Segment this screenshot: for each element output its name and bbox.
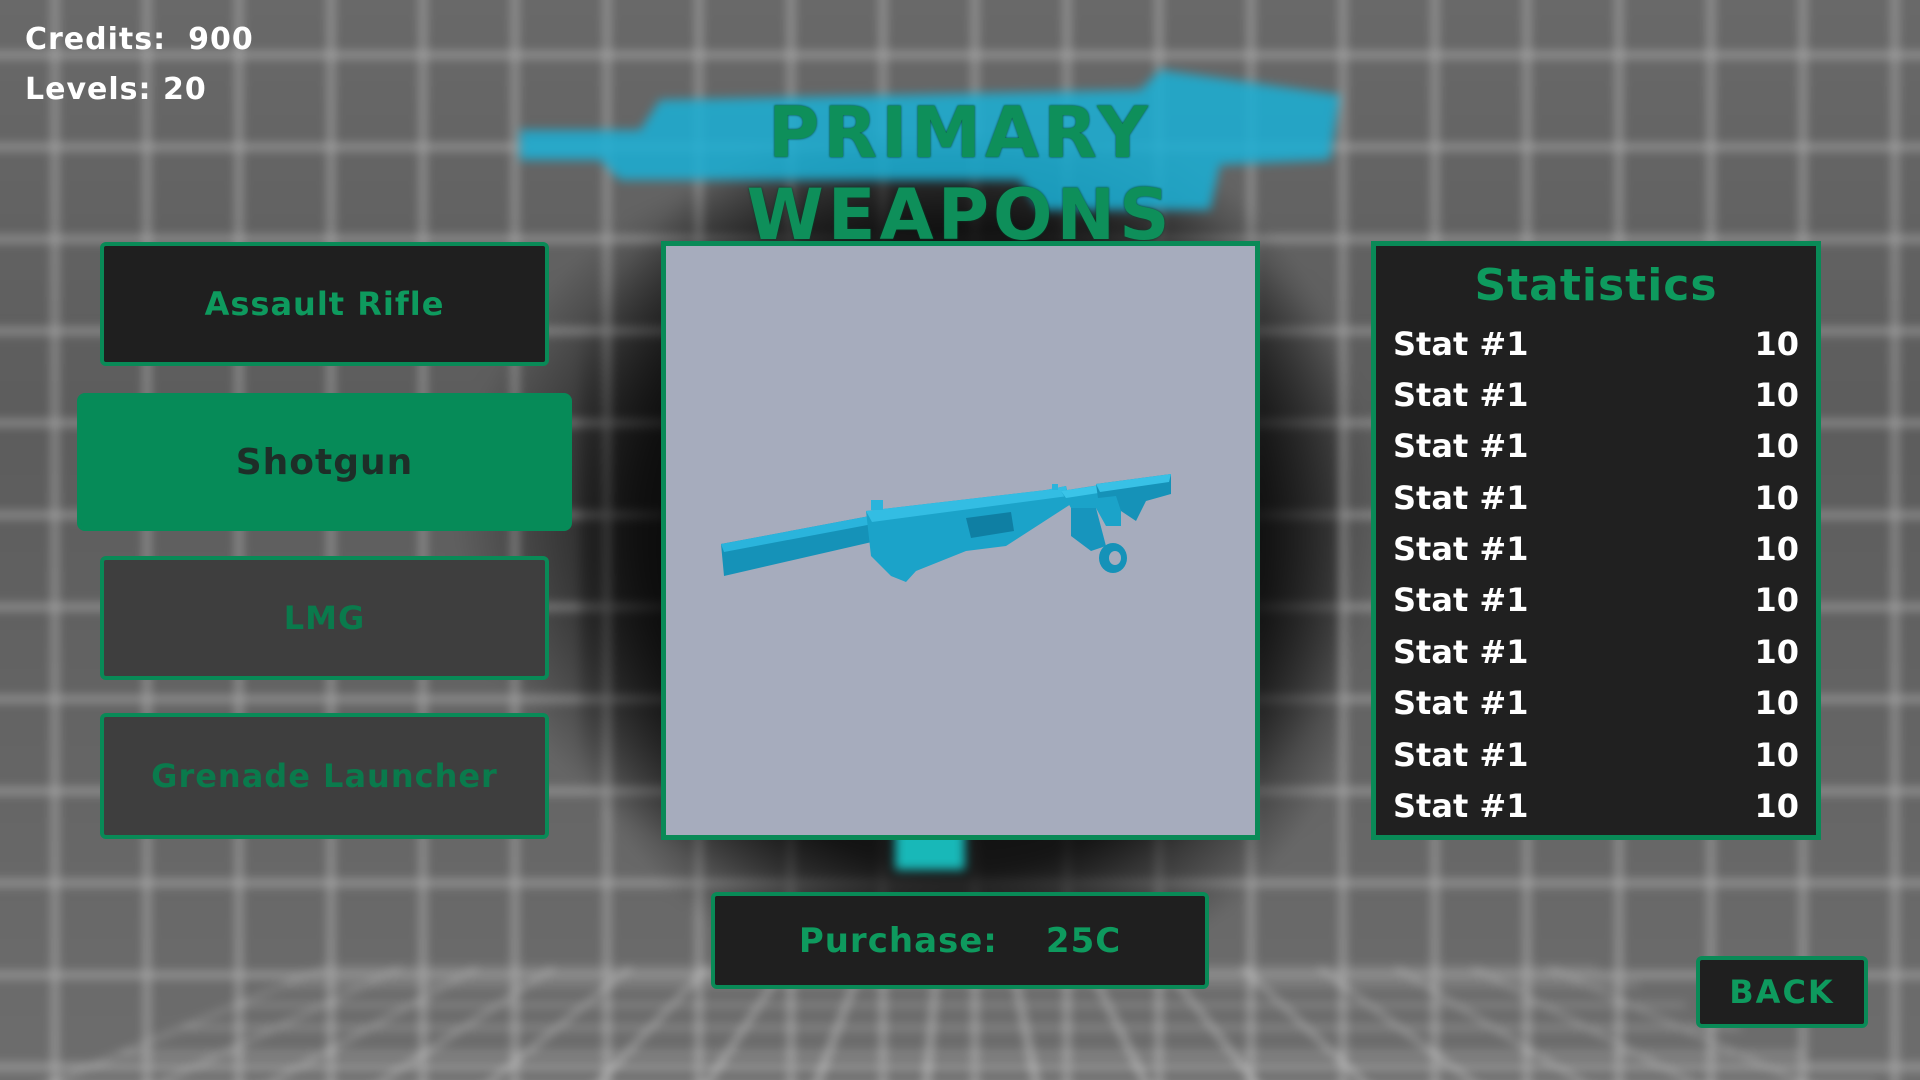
category-button-grenade-launcher[interactable]: Grenade Launcher	[100, 713, 549, 839]
stat-row: Stat #1 10	[1393, 523, 1799, 574]
stat-name: Stat #1	[1393, 632, 1529, 671]
stat-name: Stat #1	[1393, 529, 1529, 568]
stat-name: Stat #1	[1393, 324, 1529, 363]
stat-row: Stat #1 10	[1393, 780, 1799, 831]
stat-value: 10	[1754, 683, 1799, 722]
back-label: BACK	[1729, 973, 1835, 1011]
weapon-shop-screen: Credits: 900 Levels: 20 PRIMARY WEAPONS A…	[0, 0, 1920, 1080]
stat-name: Stat #1	[1393, 478, 1529, 517]
stat-row: Stat #1 10	[1393, 472, 1799, 523]
category-button-shotgun[interactable]: Shotgun	[77, 393, 572, 531]
purchase-price: 25C	[1045, 920, 1122, 961]
stat-value: 10	[1754, 426, 1799, 465]
stat-row: Stat #1 10	[1393, 574, 1799, 625]
stat-value: 10	[1754, 786, 1799, 825]
purchase-label: Purchase:	[798, 920, 998, 961]
stat-row: Stat #1 10	[1393, 729, 1799, 780]
back-button[interactable]: BACK	[1696, 956, 1868, 1028]
stat-value: 10	[1754, 529, 1799, 568]
statistics-panel: Statistics Stat #1 10 Stat #1 10 Stat #1…	[1371, 241, 1821, 840]
stat-name: Stat #1	[1393, 683, 1529, 722]
category-label: LMG	[283, 599, 366, 637]
category-label: Shotgun	[235, 441, 414, 483]
levels-readout: Levels: 20	[25, 72, 207, 107]
stat-name: Stat #1	[1393, 735, 1529, 774]
stat-value: 10	[1754, 632, 1799, 671]
stat-row: Stat #1 10	[1393, 626, 1799, 677]
stat-value: 10	[1754, 735, 1799, 774]
levels-value: 20	[162, 72, 207, 107]
credits-readout: Credits: 900	[25, 22, 254, 57]
page-title: PRIMARY WEAPONS	[746, 92, 1174, 256]
category-button-assault-rifle[interactable]: Assault Rifle	[100, 242, 549, 366]
shotgun-model-icon	[721, 474, 1171, 582]
category-button-lmg[interactable]: LMG	[100, 556, 549, 680]
stat-name: Stat #1	[1393, 786, 1529, 825]
stat-row: Stat #1 10	[1393, 677, 1799, 728]
stat-row: Stat #1 10	[1393, 369, 1799, 420]
weapon-preview-panel	[661, 241, 1260, 840]
credits-value: 900	[188, 22, 254, 57]
levels-label: Levels:	[25, 72, 152, 107]
stat-name: Stat #1	[1393, 375, 1529, 414]
stat-value: 10	[1754, 375, 1799, 414]
credits-label: Credits:	[25, 22, 167, 57]
stat-row: Stat #1 10	[1393, 420, 1799, 471]
stat-name: Stat #1	[1393, 580, 1529, 619]
stat-value: 10	[1754, 580, 1799, 619]
category-label: Grenade Launcher	[151, 757, 498, 795]
stat-row: Stat #1 10	[1393, 318, 1799, 369]
stat-value: 10	[1754, 478, 1799, 517]
category-label: Assault Rifle	[204, 285, 445, 323]
purchase-button[interactable]: Purchase: 25C	[711, 892, 1209, 989]
stat-value: 10	[1754, 324, 1799, 363]
statistics-title: Statistics	[1474, 260, 1718, 311]
stat-name: Stat #1	[1393, 426, 1529, 465]
